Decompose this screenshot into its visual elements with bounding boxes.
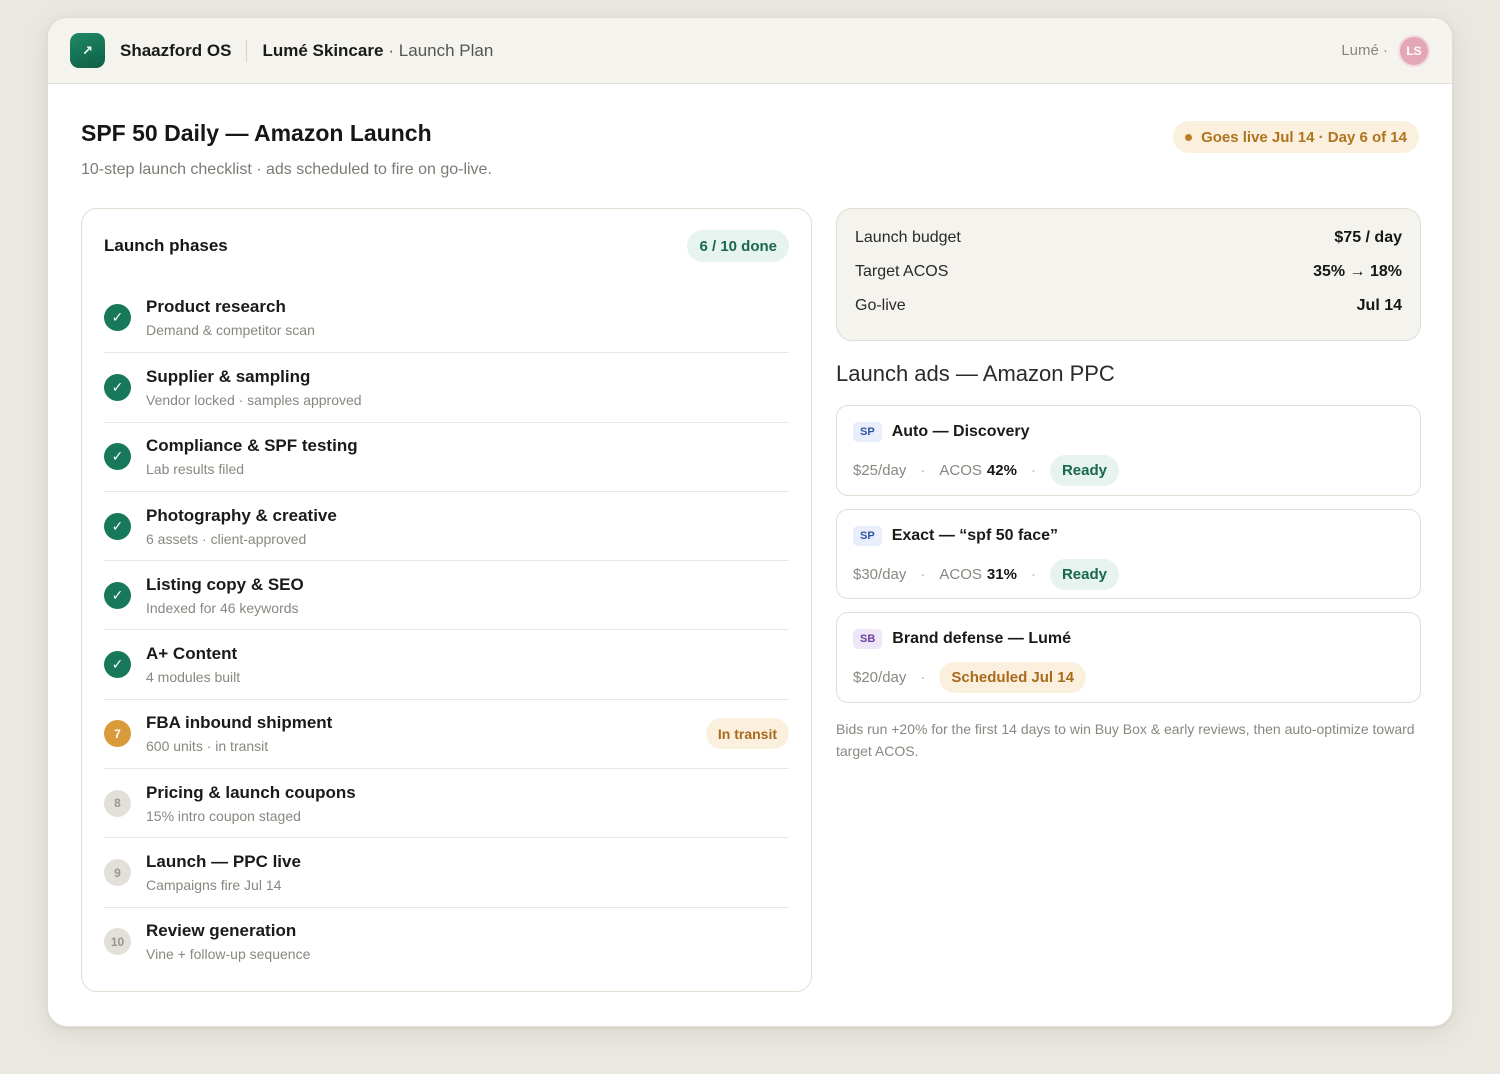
phase-name: A+ Content xyxy=(146,644,238,664)
separator: · xyxy=(920,668,926,686)
separator: · xyxy=(1030,565,1036,583)
golive-badge: Goes live Jul 14 · Day 6 of 14 xyxy=(1173,121,1419,153)
ad-daily-budget: $30/day xyxy=(853,565,907,583)
phase-description: Campaigns fire Jul 14 xyxy=(146,877,282,894)
phase-name: Photography & creative xyxy=(146,505,337,525)
phase-name: Review generation xyxy=(146,921,297,941)
ad-campaign-name: Brand defense — Lumé xyxy=(892,630,1071,647)
phase-description: Demand & competitor scan xyxy=(146,322,315,339)
step-number-icon: 10 xyxy=(104,928,131,956)
ad-campaign-card[interactable]: SP Auto — Discovery $25/day · ACOS 42% ·… xyxy=(836,405,1421,496)
phase-item[interactable]: ✓ Listing copy & SEO Indexed for 46 keywor… xyxy=(104,560,789,629)
phase-item[interactable]: ✓ A+ Content 4 modules built xyxy=(104,629,789,698)
budget-summary-card: Launch budget $75 / day Target ACOS 35% … xyxy=(836,208,1421,341)
phase-description: 4 modules built xyxy=(146,669,241,686)
phase-item[interactable]: 7 FBA inbound shipment 600 units · in tran… xyxy=(104,698,789,768)
acos-label: ACOS xyxy=(939,565,982,583)
checkmark-icon: ✓ xyxy=(104,373,131,401)
checkmark-icon: ✓ xyxy=(104,581,131,609)
phase-name: Launch — PPC live xyxy=(146,852,301,872)
phase-name: Product research xyxy=(146,297,286,317)
ad-type-tag: SP xyxy=(853,422,882,442)
page-title: SPF 50 Daily — Amazon Launch xyxy=(81,120,432,146)
breadcrumb-page: · Launch Plan xyxy=(388,40,494,60)
ad-type-tag: SB xyxy=(853,629,883,649)
acos-value: 31% xyxy=(986,565,1017,583)
launch-phases-card: Launch phases 6 / 10 done ✓ Product resea… xyxy=(81,208,812,992)
budget-row: Launch budget $75 / day xyxy=(855,221,1402,255)
app-window: ↗ Shaazford OS Lumé Skincare · Launch Pl… xyxy=(47,17,1453,1027)
separator: · xyxy=(1030,461,1036,479)
checkmark-icon: ✓ xyxy=(104,651,131,679)
checkmark-icon: ✓ xyxy=(104,512,131,540)
target-acos-value: 35% → 18% xyxy=(1313,263,1402,280)
progress-badge: 6 / 10 done xyxy=(687,230,789,262)
acos-label: ACOS xyxy=(939,461,982,479)
ads-section-title: Launch ads — Amazon PPC xyxy=(836,361,1115,386)
phase-item[interactable]: ✓ Product research Demand & competitor sca… xyxy=(104,283,789,352)
bidding-footnote: Bids run +20% for the first 14 days to w… xyxy=(836,721,1415,759)
avatar[interactable]: LS xyxy=(1398,34,1430,67)
ad-campaign-card[interactable]: SP Exact — “spf 50 face” $30/day · ACOS … xyxy=(836,509,1421,599)
phase-name: Compliance & SPF testing xyxy=(146,436,358,456)
separator: · xyxy=(920,565,926,583)
checkmark-icon: ✓ xyxy=(104,443,131,471)
phase-item[interactable]: ✓ Compliance & SPF testing Lab results fil… xyxy=(104,421,789,491)
target-acos-label: Target ACOS xyxy=(855,263,949,280)
phase-description: Vendor locked · samples approved xyxy=(146,391,362,408)
status-badge: In transit xyxy=(705,718,789,750)
phase-description: Vine + follow-up sequence xyxy=(146,946,311,963)
checkmark-icon: ✓ xyxy=(104,304,131,332)
status-badge: Ready xyxy=(1049,454,1119,486)
golive-value: Jul 14 xyxy=(1356,297,1402,314)
divider xyxy=(246,39,248,62)
app-name[interactable]: Shaazford OS xyxy=(120,41,231,61)
golive-badge-label: Goes live Jul 14 · Day 6 of 14 xyxy=(1201,128,1407,146)
ad-daily-budget: $25/day xyxy=(853,461,907,479)
step-number-icon: 8 xyxy=(104,789,131,817)
ad-type-tag: SP xyxy=(853,526,882,546)
budget-value: $75 / day xyxy=(1334,229,1402,246)
phases-title: Launch phases xyxy=(104,236,228,255)
phase-item[interactable]: 10 Review generation Vine + follow-up sequ… xyxy=(104,906,789,976)
phase-item[interactable]: 9 Launch — PPC live Campaigns fire Jul 14 xyxy=(104,837,789,906)
ad-daily-budget: $20/day xyxy=(853,668,907,686)
phase-name: Listing copy & SEO xyxy=(146,574,304,594)
phase-description: 600 units · in transit xyxy=(146,738,269,755)
ad-campaign-name: Exact — “spf 50 face” xyxy=(891,527,1058,544)
step-number-icon: 9 xyxy=(104,859,131,887)
phase-description: 15% intro coupon staged xyxy=(146,807,301,824)
status-badge: Ready xyxy=(1049,558,1119,590)
phase-description: 6 assets · client-approved xyxy=(146,530,307,547)
status-dot-icon xyxy=(1185,133,1193,141)
phase-item[interactable]: ✓ Photography & creative 6 assets · client… xyxy=(104,490,789,560)
phase-description: Lab results filed xyxy=(146,461,245,478)
breadcrumb-client[interactable]: Lumé Skincare xyxy=(262,41,383,61)
golive-label: Go-live xyxy=(855,297,906,314)
phase-name: Pricing & launch coupons xyxy=(146,782,356,802)
account-label[interactable]: Lumé · xyxy=(1341,42,1388,59)
phase-item[interactable]: 8 Pricing & launch coupons 15% intro coupo… xyxy=(104,768,789,837)
page-subtitle: 10-step launch checklist · ads scheduled… xyxy=(81,161,492,178)
phase-name: FBA inbound shipment xyxy=(146,713,333,733)
top-bar: ↗ Shaazford OS Lumé Skincare · Launch Pl… xyxy=(48,18,1452,84)
status-badge: Scheduled Jul 14 xyxy=(939,661,1086,693)
phase-name: Supplier & sampling xyxy=(146,366,311,386)
phase-item[interactable]: ✓ Supplier & sampling Vendor locked · samp… xyxy=(104,352,789,421)
step-number-icon: 7 xyxy=(104,720,131,748)
ad-campaign-card[interactable]: SB Brand defense — Lumé $20/day · Schedu… xyxy=(836,612,1421,703)
ad-campaign-name: Auto — Discovery xyxy=(891,423,1030,440)
phase-description: Indexed for 46 keywords xyxy=(146,599,299,616)
target-acos-row: Target ACOS 35% → 18% xyxy=(855,255,1402,289)
acos-value: 42% xyxy=(986,461,1017,479)
app-logo-icon[interactable]: ↗ xyxy=(70,33,105,68)
budget-label: Launch budget xyxy=(855,229,961,246)
separator: · xyxy=(920,461,926,479)
golive-row: Go-live Jul 14 xyxy=(855,289,1402,323)
